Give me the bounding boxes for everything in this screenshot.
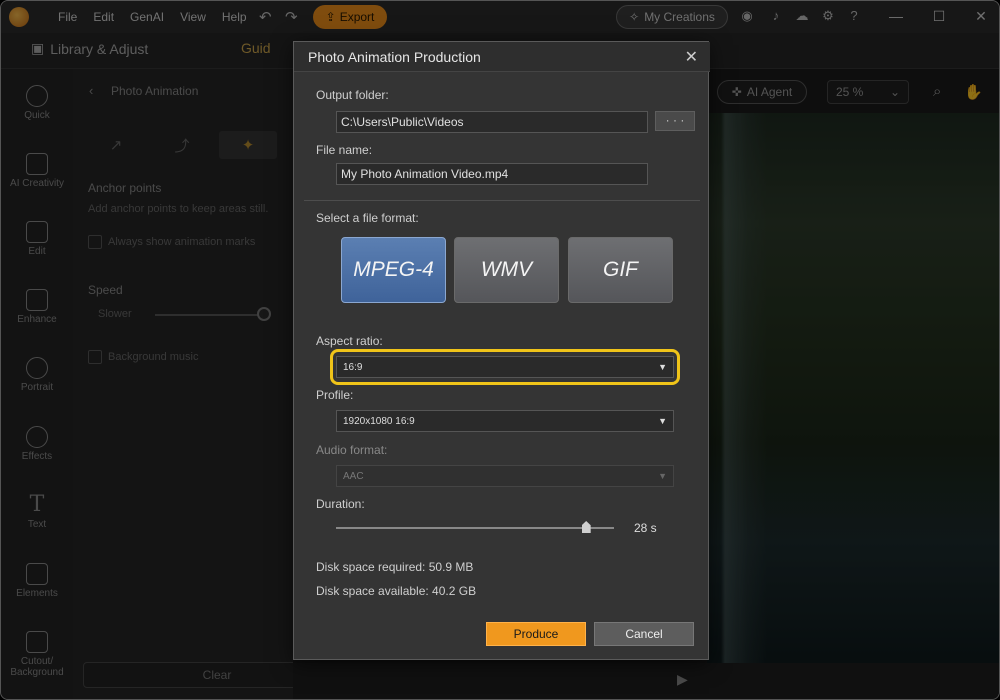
output-folder-field[interactable]: C:\Users\Public\Videos: [336, 111, 648, 133]
audio-format-select: AAC ▼: [336, 465, 674, 487]
format-wmv-button[interactable]: WMV: [454, 237, 559, 303]
section-divider: [304, 200, 700, 201]
file-name-field[interactable]: My Photo Animation Video.mp4: [336, 163, 648, 185]
app-window: File Edit GenAI View Help ↶ ↷ ⇪ Export ✧…: [0, 0, 1000, 700]
aspect-ratio-label: Aspect ratio:: [316, 334, 383, 348]
produce-button[interactable]: Produce: [486, 622, 586, 646]
profile-value: 1920x1080 16:9: [343, 416, 415, 427]
format-gif-button[interactable]: GIF: [568, 237, 673, 303]
aspect-ratio-highlight: [330, 349, 680, 385]
duration-value: 28 s: [634, 521, 657, 535]
dropdown-arrow-icon: ▼: [658, 471, 667, 481]
disk-space-available: Disk space available: 40.2 GB: [316, 584, 477, 598]
duration-label: Duration:: [316, 497, 365, 511]
profile-select[interactable]: 1920x1080 16:9 ▼: [336, 410, 674, 432]
audio-format-label: Audio format:: [316, 443, 388, 457]
close-icon[interactable]: ✕: [685, 47, 698, 67]
cancel-button[interactable]: Cancel: [594, 622, 694, 646]
disk-space-required: Disk space required: 50.9 MB: [316, 560, 474, 574]
browse-folder-button[interactable]: · · ·: [655, 111, 695, 131]
duration-slider-handle[interactable]: [581, 521, 591, 533]
file-name-label: File name:: [316, 143, 373, 157]
format-mpeg4-button[interactable]: MPEG-4: [341, 237, 446, 303]
duration-slider-track[interactable]: [336, 527, 614, 529]
audio-format-value: AAC: [343, 471, 364, 482]
photo-animation-production-dialog: Photo Animation Production ✕ Output fold…: [293, 41, 710, 660]
file-format-label: Select a file format:: [316, 211, 419, 225]
dialog-title: Photo Animation Production: [308, 49, 481, 65]
profile-label: Profile:: [316, 388, 354, 402]
dropdown-arrow-icon: ▼: [658, 416, 667, 426]
output-folder-label: Output folder:: [316, 88, 389, 102]
